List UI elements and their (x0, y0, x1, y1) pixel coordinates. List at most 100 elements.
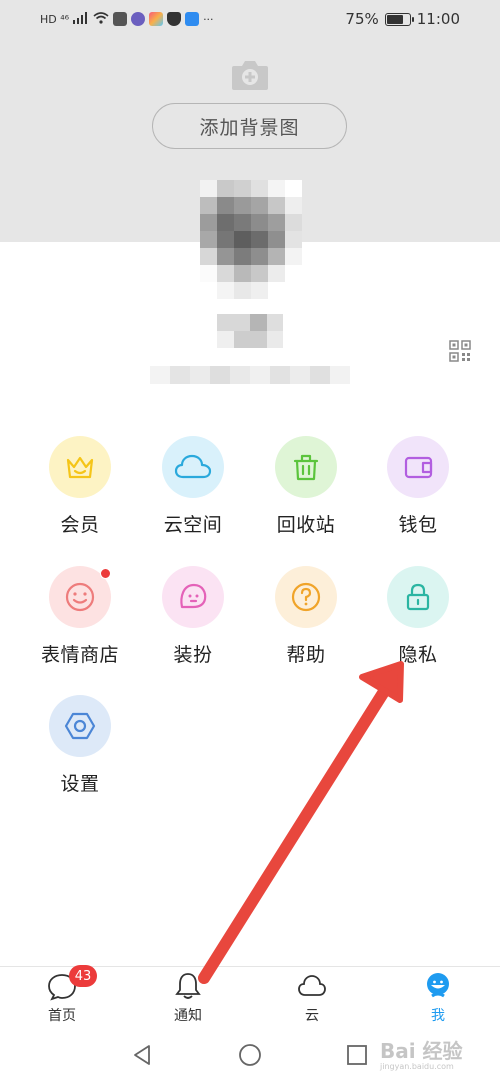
grid-item-ghost-face[interactable]: 装扮 (133, 566, 253, 676)
grid-item-label: 帮助 (286, 644, 326, 666)
nav-home-label: 首页 (48, 1008, 76, 1024)
avatar-pixel (285, 265, 302, 282)
status-icons: HD ⁴⁶ ··· (40, 11, 214, 27)
grid-item-trash[interactable]: 回收站 (246, 436, 366, 546)
nav-cloud[interactable]: 云 (272, 971, 352, 1027)
avatar-pixel (234, 197, 251, 214)
avatar-pixel (200, 214, 217, 231)
status-right: 75% 11:00 (345, 10, 460, 28)
hexagon-settings-icon (49, 695, 111, 757)
battery-percent: 75% (345, 10, 379, 28)
avatar-pixel (200, 248, 217, 265)
id-pixel (210, 366, 230, 384)
avatar-pixel (234, 282, 251, 299)
grid-item-wallet[interactable]: 钱包 (358, 436, 478, 546)
ghost-face-icon (162, 566, 224, 628)
avatar-pixel (200, 180, 217, 197)
smiley-icon (49, 566, 111, 628)
app-notification-icon (113, 12, 128, 26)
grid-item-crown[interactable]: 会员 (20, 436, 140, 546)
avatar-pixel (285, 180, 302, 197)
grid-item-label: 会员 (60, 514, 100, 536)
recents-square-icon[interactable] (345, 1043, 369, 1067)
grid-item-smiley[interactable]: 表情商店 (20, 566, 140, 676)
grid-item-label: 装扮 (173, 644, 213, 666)
avatar-pixel (268, 197, 285, 214)
id-pixel (290, 366, 310, 384)
avatar-pixel (217, 248, 234, 265)
shield-icon (167, 12, 182, 26)
avatar-pixel (251, 282, 268, 299)
cloud-app-icon (185, 12, 200, 26)
name-pixel (250, 314, 267, 331)
avatar-pixel (234, 180, 251, 197)
avatar-pixel (268, 248, 285, 265)
grid-item-label: 云空间 (163, 514, 223, 536)
cloud-outline-icon (297, 971, 327, 1001)
avatar-pixel (268, 282, 285, 299)
watermark-sub: jingyan.baidu.com (380, 1062, 454, 1071)
avatar-pixel (285, 248, 302, 265)
crown-icon (49, 436, 111, 498)
user-name-redacted (217, 314, 283, 348)
avatar-pixel (234, 248, 251, 265)
avatar-pixel (268, 231, 285, 248)
grid-item-label: 隐私 (398, 644, 438, 666)
nav-home[interactable]: 43 首页 (22, 965, 102, 1027)
back-icon[interactable] (131, 1043, 155, 1067)
qr-code-icon[interactable] (449, 340, 471, 362)
chat-bubble-icon: 43 (47, 965, 97, 1001)
user-id-redacted (150, 366, 350, 384)
grid-item-help[interactable]: 帮助 (246, 566, 366, 676)
grid-item-lock[interactable]: 隐私 (358, 566, 478, 676)
nav-notifications-label: 通知 (174, 1008, 202, 1024)
home-circle-icon[interactable] (238, 1043, 262, 1067)
lock-icon (387, 566, 449, 628)
grid-item-cloud[interactable]: 云空间 (133, 436, 253, 546)
id-pixel (330, 366, 350, 384)
avatar[interactable] (200, 180, 302, 300)
watermark-logo: Bai 经验 jingyan.baidu.com (380, 1035, 463, 1071)
colorful-app-icon (149, 12, 164, 26)
help-icon (275, 566, 337, 628)
avatar-pixel (200, 265, 217, 282)
id-pixel (190, 366, 210, 384)
id-pixel (270, 366, 290, 384)
avatar-pixel (251, 265, 268, 282)
grid-item-hexagon-settings[interactable]: 设置 (20, 695, 140, 805)
id-pixel (310, 366, 330, 384)
avatar-pixel (285, 282, 302, 299)
avatar-pixel (285, 197, 302, 214)
nav-me[interactable]: 我 (398, 971, 478, 1027)
grid-item-label: 回收站 (276, 514, 336, 536)
avatar-pixel (234, 265, 251, 282)
avatar-pixel (285, 231, 302, 248)
avatar-pixel (268, 214, 285, 231)
avatar-pixel (251, 214, 268, 231)
name-pixel (267, 331, 283, 348)
battery-fill (386, 14, 404, 24)
add-background-button[interactable]: 添加背景图 (152, 103, 347, 149)
avatar-pixel (251, 248, 268, 265)
wallet-icon (387, 436, 449, 498)
id-pixel (170, 366, 190, 384)
avatar-pixel (217, 231, 234, 248)
avatar-pixel (217, 197, 234, 214)
avatar-pixel (268, 180, 285, 197)
clock: 11:00 (416, 10, 460, 28)
battery-icon (384, 12, 414, 26)
name-pixel (267, 314, 283, 331)
profile-icon (423, 971, 453, 1001)
signal-text: HD ⁴⁶ (40, 12, 70, 26)
new-indicator-dot (100, 568, 111, 579)
id-pixel (230, 366, 250, 384)
avatar-pixel (234, 214, 251, 231)
avatar-pixel (251, 197, 268, 214)
avatar-pixel (217, 265, 234, 282)
cloud-icon (162, 436, 224, 498)
camera-icon[interactable] (230, 58, 270, 92)
unread-badge: 43 (69, 965, 97, 987)
nav-notifications[interactable]: 通知 (148, 971, 228, 1027)
id-pixel (250, 366, 270, 384)
name-pixel (217, 331, 234, 348)
